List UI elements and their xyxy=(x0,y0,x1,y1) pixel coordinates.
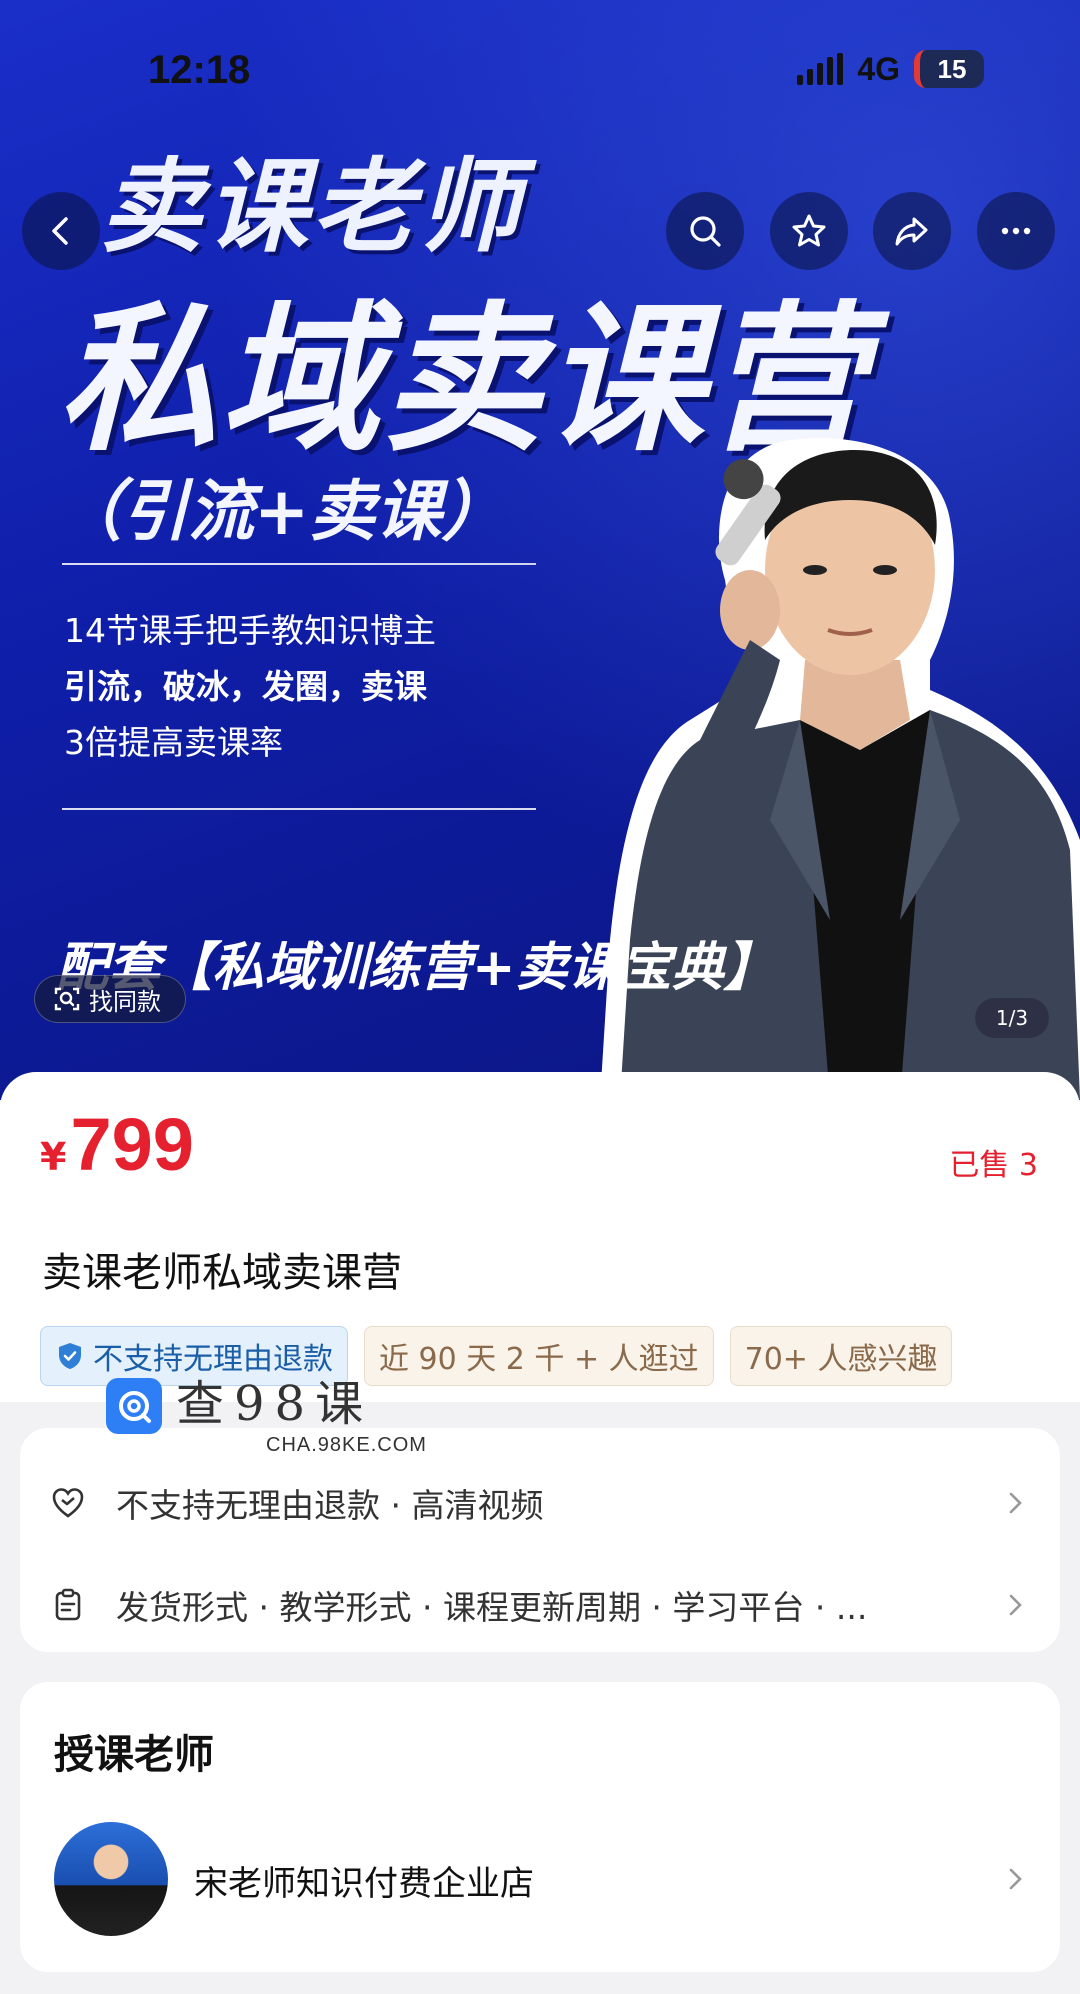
clipboard-icon xyxy=(48,1585,88,1625)
find-similar-button[interactable]: 找同款 xyxy=(34,975,186,1023)
tag-label: 近 90 天 2 千 + 人逛过 xyxy=(379,1342,699,1377)
teacher-shop-row[interactable]: 宋老师知识付费企业店 xyxy=(20,1822,1060,1942)
image-page-indicator: 1/3 xyxy=(975,998,1049,1038)
chevron-right-icon xyxy=(1009,1868,1022,1890)
currency-symbol: ¥ xyxy=(40,1135,67,1179)
watermark-logo-icon xyxy=(106,1378,162,1434)
status-time: 12:18 xyxy=(148,48,251,92)
back-button[interactable] xyxy=(22,192,100,270)
banner-bullet: 引流，破冰，发圈，卖课 xyxy=(64,667,427,706)
teacher-avatar xyxy=(54,1822,168,1936)
banner-headline-top: 卖课老师 xyxy=(100,148,524,267)
banner-bullet: 14节课手把手教知识博主 xyxy=(64,611,436,650)
hero-banner-image[interactable]: 12:18 4G 15 卖课老师 私域卖课营 （引流+卖课） 14节课手把手教知… xyxy=(0,0,1080,1100)
service-guarantee-text: 不支持无理由退款 · 高清视频 xyxy=(116,1486,544,1525)
heart-shield-icon xyxy=(48,1483,88,1523)
search-icon xyxy=(690,216,721,247)
banner-bullet: 3倍提高卖课率 xyxy=(64,723,283,762)
tag-label: 70+ 人感兴趣 xyxy=(744,1342,938,1377)
product-info-card: ¥ 799 已售 3 卖课老师私域卖课营 不支持无理由退款 近 90 天 2 千… xyxy=(0,1072,1080,1402)
teacher-card: 授课老师 宋老师知识付费企业店 xyxy=(20,1682,1060,1972)
banner-divider xyxy=(62,808,536,810)
status-indicators: 4G 15 xyxy=(797,50,984,88)
price-value: 799 xyxy=(70,1103,194,1186)
teacher-shop-name: 宋老师知识付费企业店 xyxy=(194,1864,534,1904)
more-icon xyxy=(1001,227,1031,235)
watermark-text: 查98课 xyxy=(176,1376,374,1432)
teacher-section-heading: 授课老师 xyxy=(54,1732,214,1778)
scan-search-icon xyxy=(54,987,80,1011)
product-title: 卖课老师私域卖课营 xyxy=(42,1250,402,1296)
chevron-right-icon xyxy=(1009,1492,1022,1514)
tag-label: 不支持无理由退款 xyxy=(93,1342,333,1377)
sold-count: 已售 3 xyxy=(949,1148,1038,1183)
share-button[interactable] xyxy=(873,192,951,270)
share-icon xyxy=(895,217,928,246)
star-icon xyxy=(792,214,826,247)
interest-tag: 70+ 人感兴趣 xyxy=(729,1326,953,1386)
service-info-card: 不支持无理由退款 · 高清视频 发货形式 · 教学形式 · 课程更新周期 · 学… xyxy=(20,1428,1060,1652)
favorite-button[interactable] xyxy=(770,192,848,270)
network-label: 4G xyxy=(857,50,900,87)
site-watermark: 查98课 CHA.98KE.COM xyxy=(106,1378,427,1457)
chevron-right-icon xyxy=(1009,1594,1022,1616)
more-button[interactable] xyxy=(977,192,1055,270)
search-button[interactable] xyxy=(666,192,744,270)
banner-headline-sub: （引流+卖课） xyxy=(56,473,508,550)
shield-check-icon xyxy=(59,1343,81,1369)
banner-divider xyxy=(62,563,536,565)
battery-indicator: 15 xyxy=(914,50,984,88)
service-guarantee-row[interactable]: 不支持无理由退款 · 高清视频 xyxy=(20,1458,1060,1548)
service-details-row[interactable]: 发货形式 · 教学形式 · 课程更新周期 · 学习平台 · ... xyxy=(20,1560,1060,1650)
back-icon xyxy=(52,217,68,245)
service-details-text: 发货形式 · 教学形式 · 课程更新周期 · 学习平台 · ... xyxy=(116,1588,868,1627)
price: ¥ 799 xyxy=(40,1102,194,1187)
watermark-url: CHA.98KE.COM xyxy=(266,1434,427,1456)
visits-tag: 近 90 天 2 千 + 人逛过 xyxy=(364,1326,714,1386)
signal-icon xyxy=(797,53,844,85)
find-similar-label: 找同款 xyxy=(89,987,161,1016)
